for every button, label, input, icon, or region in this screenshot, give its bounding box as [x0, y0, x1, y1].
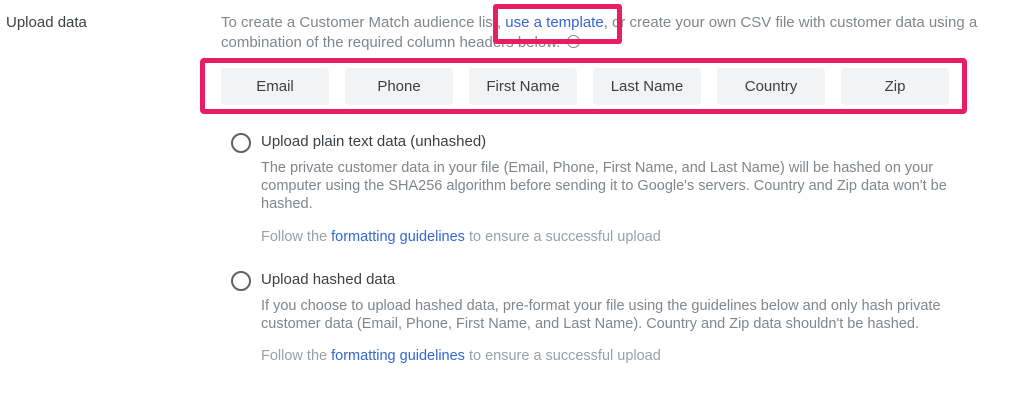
follow-before: Follow the: [261, 229, 332, 245]
hashed-option-description: If you choose to upload hashed data, pre…: [261, 298, 941, 332]
column-chip-country: Country: [717, 68, 825, 105]
formatting-guidelines-link[interactable]: formatting guidelines: [331, 348, 465, 364]
unhashed-follow-text: Follow the formatting guidelines to ensu…: [261, 229, 661, 245]
follow-after: to ensure a successful upload: [464, 229, 661, 245]
follow-before: Follow the: [261, 348, 332, 364]
hashed-radio[interactable]: [231, 271, 251, 291]
section-label: Upload data: [6, 14, 87, 31]
column-chip-first-name: First Name: [469, 68, 577, 105]
formatting-guidelines-link[interactable]: formatting guidelines: [331, 229, 465, 245]
intro-text-before: To create a Customer Match audience list…: [221, 14, 506, 31]
hashed-follow-text: Follow the formatting guidelines to ensu…: [261, 348, 661, 364]
template-link-highlight: [493, 4, 622, 44]
follow-after: to ensure a successful upload: [464, 348, 661, 364]
unhashed-option-description: The private customer data in your file (…: [261, 160, 947, 212]
unhashed-option-title[interactable]: Upload plain text data (unhashed): [261, 133, 486, 150]
column-chip-email: Email: [221, 68, 329, 105]
column-chip-last-name: Last Name: [593, 68, 701, 105]
hashed-option-title[interactable]: Upload hashed data: [261, 271, 395, 288]
unhashed-radio[interactable]: [231, 133, 251, 153]
column-chip-phone: Phone: [345, 68, 453, 105]
column-chip-zip: Zip: [841, 68, 949, 105]
